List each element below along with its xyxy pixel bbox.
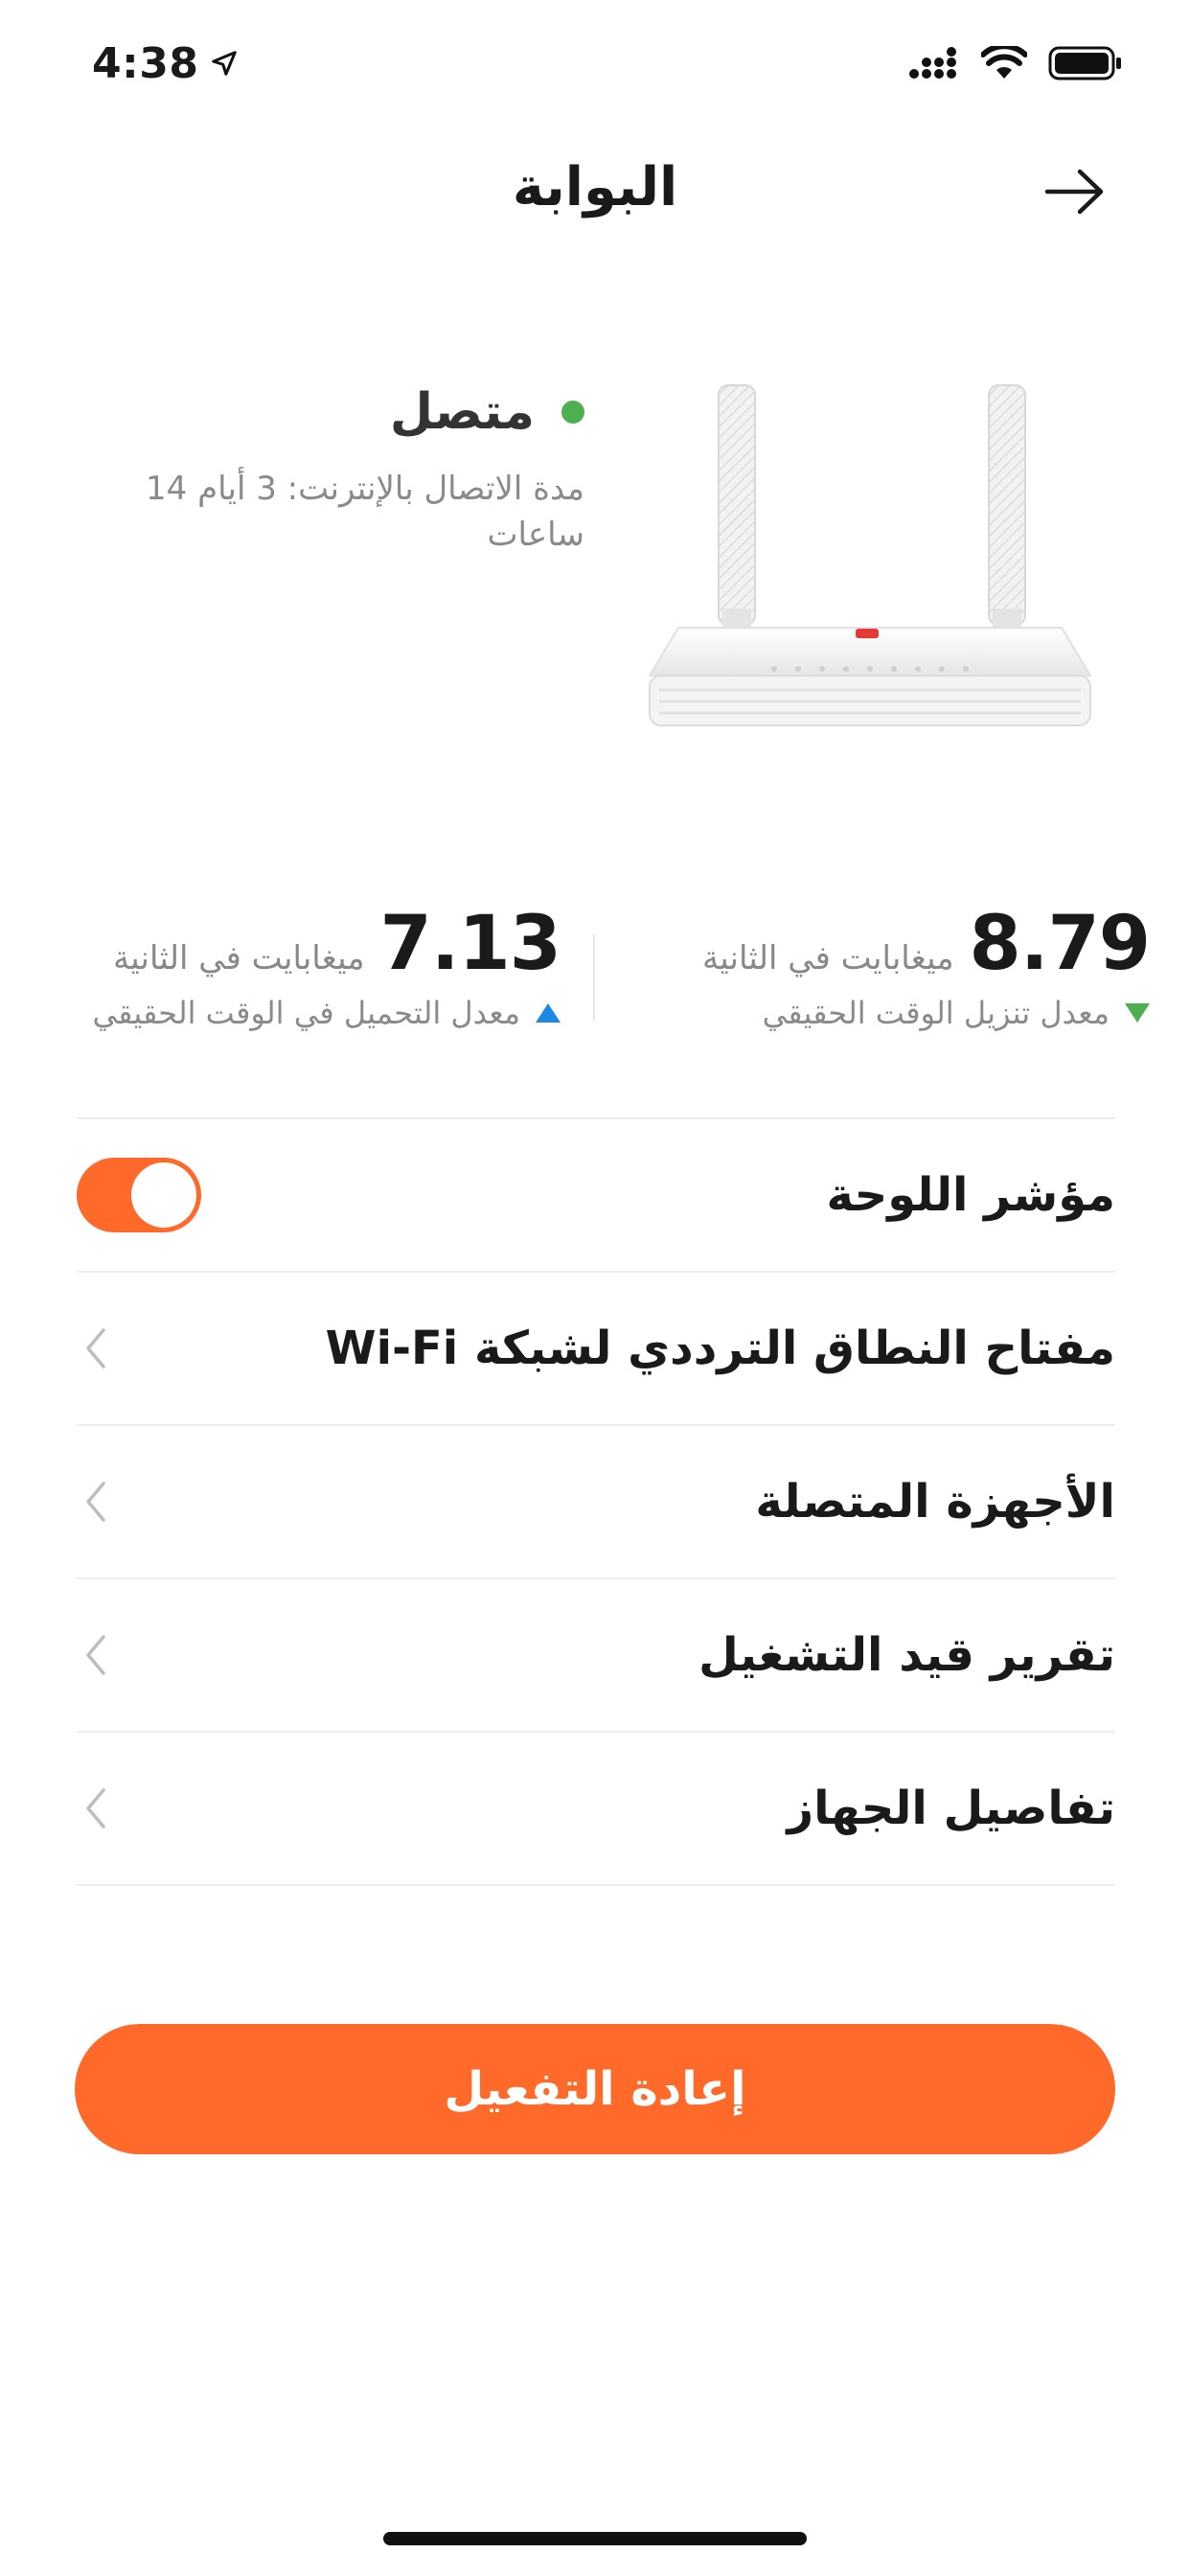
download-speed-label: معدل تنزيل الوقت الحقيقي: [762, 995, 1110, 1031]
connected-devices-label: الأجهزة المتصلة: [755, 1475, 1115, 1529]
chevron-left-icon: [77, 1626, 115, 1684]
back-button[interactable]: [1037, 153, 1113, 230]
panel-indicator-label: مؤشر اللوحة: [826, 1168, 1115, 1222]
download-speed-value: 8.79: [969, 901, 1151, 987]
wifi-band-switch-label: مفتاح النطاق الترددي لشبكة Wi-Fi: [325, 1322, 1115, 1375]
upload-speed-label: معدل التحميل في الوقت الحقيقي: [92, 995, 520, 1031]
speed-divider: [593, 934, 595, 1021]
chevron-left-icon: [77, 1320, 115, 1377]
upload-speed: ميغابايت في الثانية 7.13 معدل التحميل في…: [38, 901, 561, 1054]
upload-speed-value: 7.13: [379, 901, 561, 987]
status-bar-time: 4:38: [92, 34, 239, 92]
running-report-row[interactable]: تقرير قيد التشغيل: [77, 1577, 1115, 1731]
home-indicator[interactable]: [383, 2532, 807, 2545]
reactivate-button[interactable]: إعادة التفعيل: [75, 2024, 1115, 2154]
triangle-up-icon: [536, 1003, 561, 1023]
device-details-label: تفاصيل الجهاز: [787, 1782, 1115, 1835]
connected-devices-row[interactable]: الأجهزة المتصلة: [77, 1424, 1115, 1577]
chevron-left-icon: [77, 1473, 115, 1530]
arrow-right-icon: [1044, 169, 1104, 215]
page-title: البوابة: [512, 155, 678, 218]
wifi-band-switch-row[interactable]: مفتاح النطاق الترددي لشبكة Wi-Fi: [77, 1271, 1115, 1424]
settings-list: مؤشر اللوحة مفتاح النطاق الترددي لشبكة W…: [77, 1117, 1115, 1886]
download-speed-unit: ميغابايت في الثانية: [702, 939, 954, 978]
wifi-icon: [981, 46, 1027, 79]
status-dot-icon: [561, 401, 584, 424]
uptime-text: مدة الاتصال بالإنترنت: 3 أيام 14 ساعات: [146, 470, 584, 554]
panel-indicator-toggle[interactable]: [77, 1158, 201, 1232]
running-report-label: تقرير قيد التشغيل: [698, 1628, 1115, 1682]
toggle-knob: [131, 1162, 196, 1228]
status-bar-indicators: [908, 42, 1123, 84]
triangle-down-icon: [1125, 1003, 1150, 1023]
battery-icon: [1048, 46, 1121, 80]
upload-speed-unit: ميغابايت في الثانية: [113, 939, 365, 978]
panel-indicator-row: مؤشر اللوحة: [77, 1117, 1115, 1271]
connection-status: متصل: [105, 374, 584, 450]
download-speed: ميغابايت في الثانية 8.79 معدل تنزيل الوق…: [632, 901, 1151, 1054]
chevron-left-icon: [77, 1780, 115, 1837]
device-details-row[interactable]: تفاصيل الجهاز: [77, 1731, 1115, 1886]
signal-icon: [909, 47, 956, 79]
clock-label: 4:38: [92, 38, 199, 88]
router-image: [648, 384, 1092, 726]
location-arrow-icon: [212, 51, 238, 76]
connection-status-label: متصل: [389, 383, 535, 441]
